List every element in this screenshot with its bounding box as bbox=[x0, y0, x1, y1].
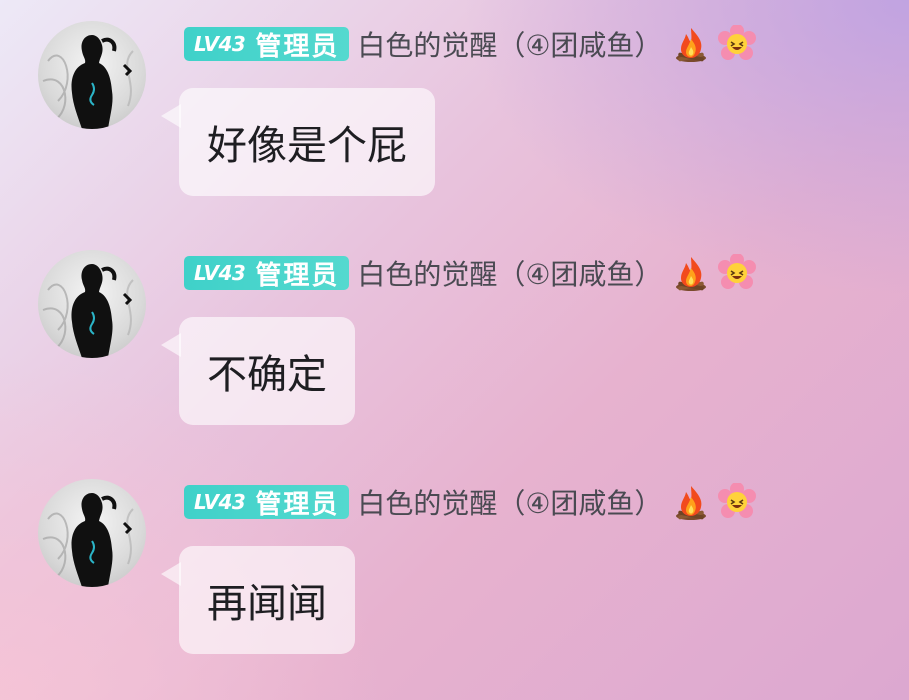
message-bubble[interactable]: 再闻闻 bbox=[179, 546, 355, 654]
bubble-tail bbox=[161, 562, 181, 586]
avatar[interactable] bbox=[38, 21, 146, 129]
level-label: LV43 bbox=[194, 32, 246, 56]
bubble-tail bbox=[161, 104, 181, 128]
chat-message-list: LV43 管理员 白色的觉醒（④团咸鱼） 好像是个屁 LV43 管理员 白色的觉… bbox=[0, 0, 909, 700]
flower-face-icon bbox=[718, 25, 757, 63]
fire-icon bbox=[672, 25, 710, 63]
level-label: LV43 bbox=[194, 261, 246, 285]
role-label: 管理员 bbox=[255, 489, 340, 520]
message-bubble[interactable]: 好像是个屁 bbox=[179, 88, 435, 196]
fire-icon bbox=[672, 254, 710, 292]
message-header: LV43 管理员 白色的觉醒（④团咸鱼） bbox=[184, 482, 757, 522]
bubble-tail bbox=[161, 333, 181, 357]
role-badge: LV43 管理员 bbox=[184, 485, 350, 520]
username[interactable]: 白色的觉醒（④团咸鱼） bbox=[357, 253, 662, 293]
message-bubble[interactable]: 不确定 bbox=[179, 317, 355, 425]
avatar[interactable] bbox=[38, 479, 146, 587]
role-badge: LV43 管理员 bbox=[184, 27, 350, 62]
level-label: LV43 bbox=[194, 490, 246, 514]
chat-message: LV43 管理员 白色的觉醒（④团咸鱼） bbox=[0, 458, 909, 668]
role-label: 管理员 bbox=[255, 260, 340, 291]
chat-message: LV43 管理员 白色的觉醒（④团咸鱼） bbox=[0, 0, 909, 210]
flower-face-icon bbox=[718, 254, 757, 292]
role-label: 管理员 bbox=[255, 31, 340, 62]
message-header: LV43 管理员 白色的觉醒（④团咸鱼） bbox=[184, 253, 757, 293]
username[interactable]: 白色的觉醒（④团咸鱼） bbox=[357, 482, 662, 522]
message-header: LV43 管理员 白色的觉醒（④团咸鱼） bbox=[184, 24, 757, 64]
username[interactable]: 白色的觉醒（④团咸鱼） bbox=[357, 24, 662, 64]
avatar[interactable] bbox=[38, 250, 146, 358]
flower-face-icon bbox=[718, 483, 757, 521]
role-badge: LV43 管理员 bbox=[184, 256, 350, 291]
chat-message: LV43 管理员 白色的觉醒（④团咸鱼） bbox=[0, 229, 909, 439]
fire-icon bbox=[672, 483, 710, 521]
